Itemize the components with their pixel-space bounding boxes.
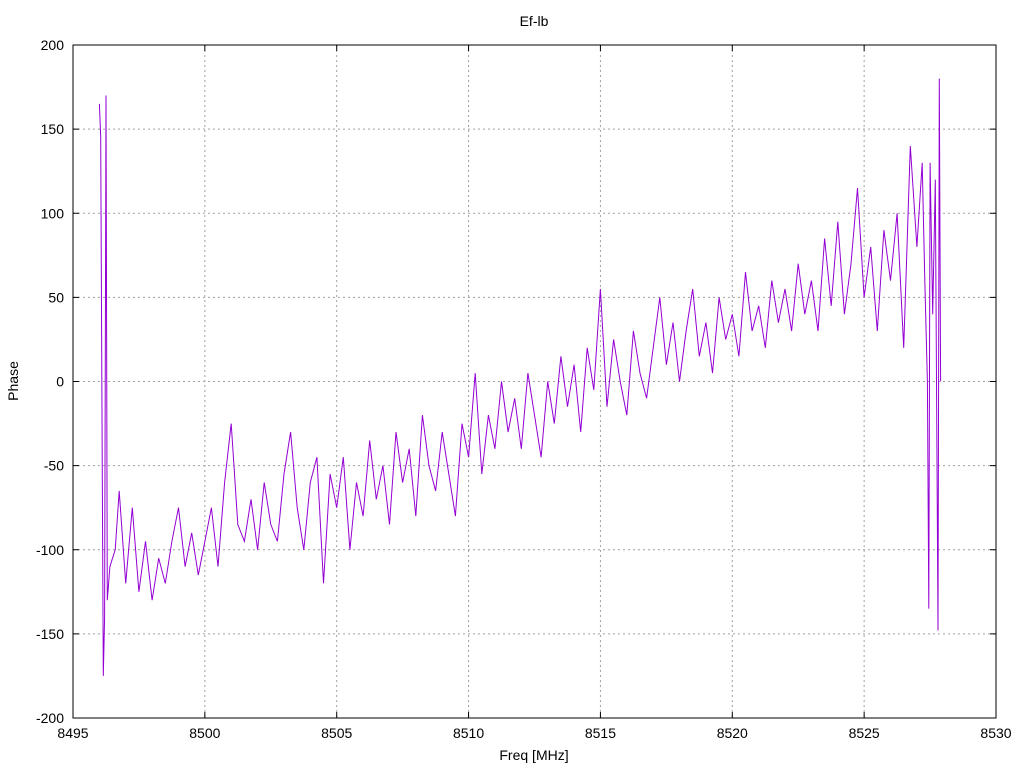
x-tick-label: 8500	[189, 725, 220, 741]
y-tick-label: -50	[44, 458, 64, 474]
grid	[73, 45, 996, 718]
y-tick-label: 50	[48, 289, 64, 305]
x-tick-label: 8495	[57, 725, 88, 741]
y-axis-label: Phase	[5, 361, 21, 401]
x-tick-label: 8515	[585, 725, 616, 741]
x-tick-label: 8525	[849, 725, 880, 741]
x-tick-label: 8510	[453, 725, 484, 741]
axis-ticks: 8495 8500 8505 8510 8515 8520 8525 8530 -200 -150…	[36, 37, 1012, 741]
y-tick-label: 200	[41, 37, 65, 53]
x-tick-label: 8520	[717, 725, 748, 741]
y-tick-label: 0	[56, 374, 64, 390]
y-tick-label: 150	[41, 121, 65, 137]
x-axis-label: Freq [MHz]	[499, 747, 568, 763]
y-tick-label: -150	[36, 626, 64, 642]
y-tick-label: -200	[36, 710, 64, 726]
y-tick-label: 100	[41, 205, 65, 221]
series-line-phase	[98, 78, 942, 676]
x-tick-label: 8505	[321, 725, 352, 741]
x-tick-label: 8530	[980, 725, 1011, 741]
y-tick-label: -100	[36, 542, 64, 558]
phase-chart: 8495 8500 8505 8510 8515 8520 8525 8530 -200 -150…	[5, 13, 1012, 763]
chart-title: Ef-lb	[520, 13, 549, 29]
